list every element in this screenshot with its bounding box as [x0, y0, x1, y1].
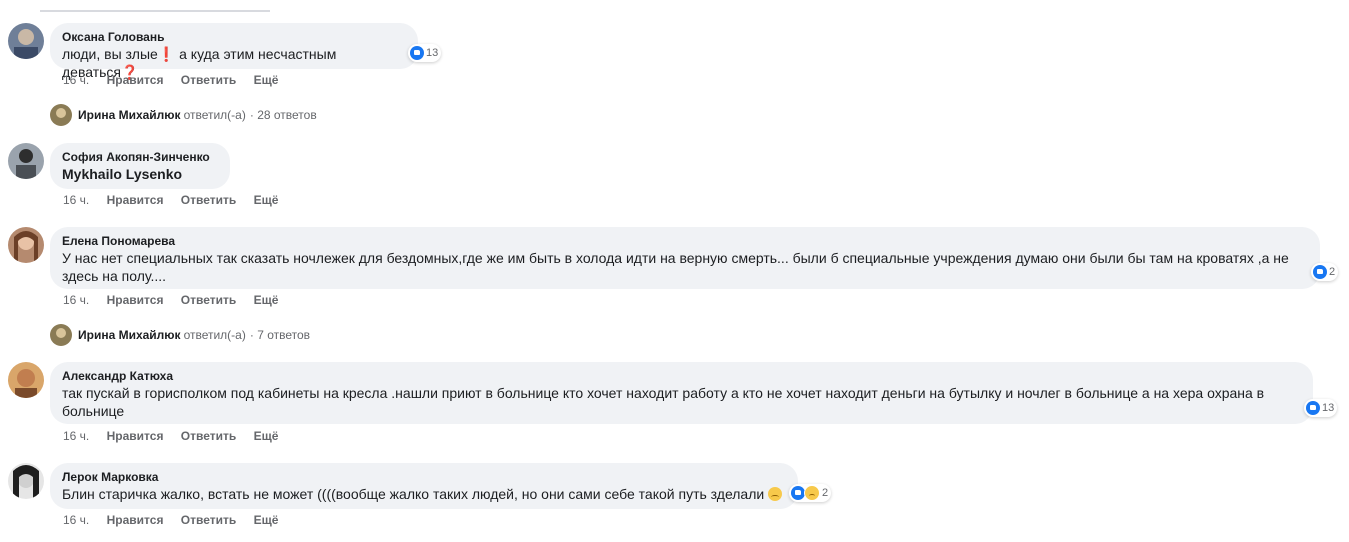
sad-icon — [804, 485, 820, 501]
more-button[interactable]: Ещё — [254, 73, 279, 87]
reaction-count[interactable]: 13 — [1304, 399, 1338, 417]
reply-count: · 7 ответов — [249, 328, 311, 342]
reply-verb: ответил(-а) — [183, 328, 246, 342]
like-icon — [1306, 401, 1320, 415]
replies-summary[interactable]: Ирина Михайлюк ответил(-а) · 7 ответов — [50, 324, 310, 346]
comment-bubble: Лерок Марковка Блин старичка жалко, вста… — [50, 463, 798, 509]
more-button[interactable]: Ещё — [254, 513, 279, 527]
clipped-top-content — [0, 0, 1349, 12]
like-icon — [410, 46, 424, 60]
like-icon — [1313, 265, 1327, 279]
timestamp[interactable]: 16 ч. — [63, 293, 89, 307]
reaction-count[interactable]: 2 — [789, 484, 832, 502]
comment-author[interactable]: Александр Катюха — [62, 368, 1301, 384]
timestamp[interactable]: 16 ч. — [63, 193, 89, 207]
reaction-number: 2 — [1329, 266, 1336, 278]
reaction-count[interactable]: 2 — [1311, 263, 1339, 281]
like-button[interactable]: Нравится — [107, 429, 164, 443]
like-button[interactable]: Нравится — [107, 73, 164, 87]
more-button[interactable]: Ещё — [254, 293, 279, 307]
reply-count: · 28 ответов — [249, 108, 317, 122]
comment-text: так пускай в горисполком под кабинеты на… — [62, 385, 1265, 401]
more-button[interactable]: Ещё — [254, 429, 279, 443]
comment-author[interactable]: Лерок Марковка — [62, 469, 786, 485]
like-button[interactable]: Нравится — [107, 513, 164, 527]
comment-actions: 16 ч. Нравится Ответить Ещё — [63, 429, 292, 443]
reply-button[interactable]: Ответить — [181, 429, 236, 443]
comment-bubble: София Акопян-Зинченко Mykhailo Lysenko — [50, 143, 230, 189]
avatar — [50, 324, 72, 346]
timestamp[interactable]: 16 ч. — [63, 429, 89, 443]
comment-text-row: Блин старичка жалко, встать не может (((… — [62, 485, 786, 503]
avatar — [50, 104, 72, 126]
comment-actions: 16 ч. Нравится Ответить Ещё — [63, 73, 292, 87]
avatar[interactable] — [8, 227, 44, 263]
reply-button[interactable]: Ответить — [181, 73, 236, 87]
comment-author[interactable]: Оксана Головань — [62, 29, 406, 45]
reaction-number: 13 — [426, 47, 439, 59]
comment-author[interactable]: Елена Пономарева — [62, 233, 1308, 249]
replies-summary[interactable]: Ирина Михайлюк ответил(-а) · 28 ответов — [50, 104, 317, 126]
comment-text: У нас нет специальных так сказать ночлеж… — [62, 250, 1289, 266]
reply-author[interactable]: Ирина Михайлюк — [78, 108, 181, 122]
avatar[interactable] — [8, 362, 44, 398]
comment-actions: 16 ч. Нравится Ответить Ещё — [63, 193, 292, 207]
pensive-emoji-icon — [768, 487, 783, 501]
reaction-number: 13 — [1322, 402, 1335, 414]
avatar[interactable] — [8, 463, 44, 499]
timestamp[interactable]: 16 ч. — [63, 513, 89, 527]
reaction-count[interactable]: 13 — [408, 44, 442, 62]
like-button[interactable]: Нравится — [107, 293, 164, 307]
comment-bubble: Елена Пономарева У нас нет специальных т… — [50, 227, 1320, 289]
avatar[interactable] — [8, 23, 44, 59]
comment-actions: 16 ч. Нравится Ответить Ещё — [63, 513, 292, 527]
comment-actions: 16 ч. Нравится Ответить Ещё — [63, 293, 292, 307]
reaction-number: 2 — [822, 487, 829, 499]
timestamp[interactable]: 16 ч. — [63, 73, 89, 87]
more-button[interactable]: Ещё — [254, 193, 279, 207]
reply-verb: ответил(-а) — [183, 108, 246, 122]
reply-author[interactable]: Ирина Михайлюк — [78, 328, 181, 342]
like-icon — [791, 486, 805, 500]
comment-text: здесь на полу.... — [62, 268, 167, 284]
comment-bubble: Александр Катюха так пускай в горисполко… — [50, 362, 1313, 424]
reply-button[interactable]: Ответить — [181, 293, 236, 307]
comment-text: больнице — [62, 403, 125, 419]
like-button[interactable]: Нравится — [107, 193, 164, 207]
tagged-user[interactable]: Mykhailo Lysenko — [62, 165, 218, 183]
reply-button[interactable]: Ответить — [181, 513, 236, 527]
comment-author[interactable]: София Акопян-Зинченко — [62, 149, 218, 165]
comment-text: Блин старичка жалко, встать не может (((… — [62, 486, 765, 502]
reply-button[interactable]: Ответить — [181, 193, 236, 207]
comment-bubble: Оксана Головань люди, вы злые❗ а куда эт… — [50, 23, 418, 80]
avatar[interactable] — [8, 143, 44, 179]
